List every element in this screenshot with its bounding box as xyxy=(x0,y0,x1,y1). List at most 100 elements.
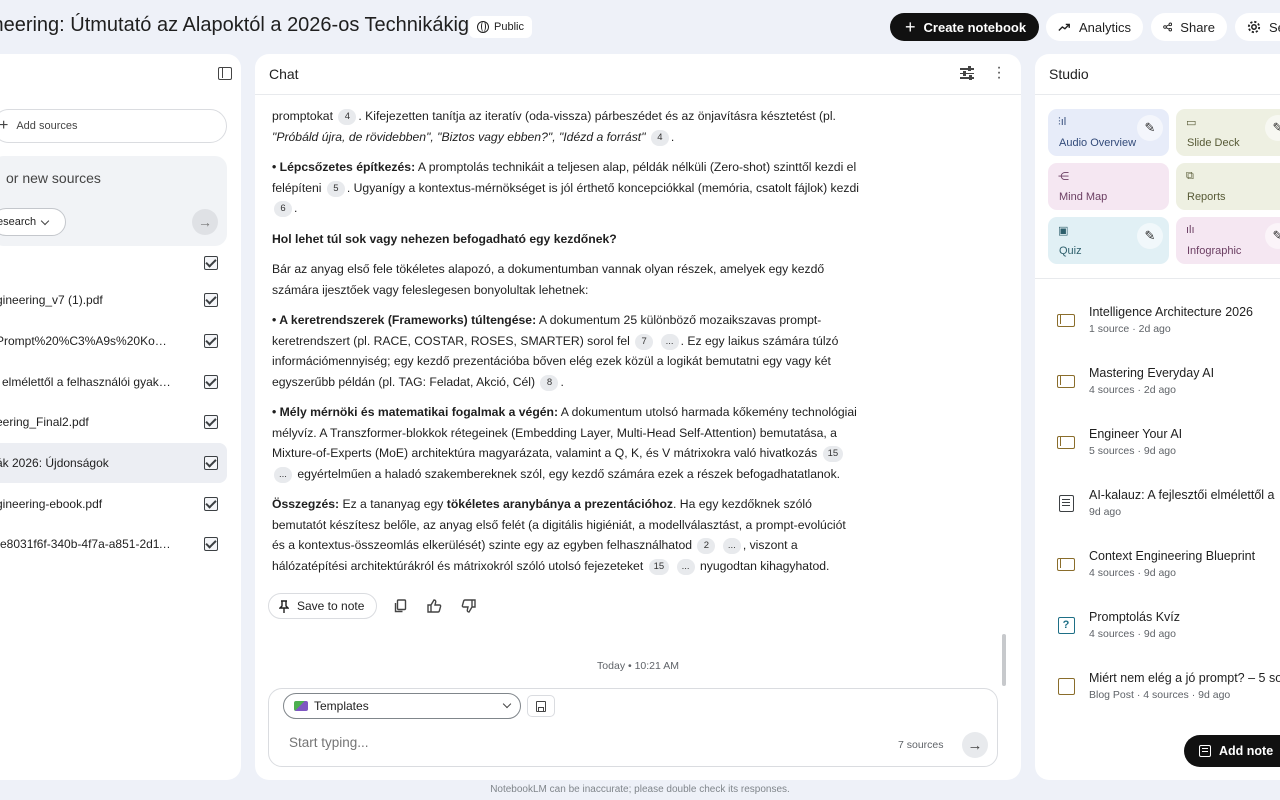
citation-more-chip[interactable]: ... xyxy=(274,466,292,483)
tile-mind-map[interactable]: ⋲ Mind Map xyxy=(1048,163,1169,210)
studio-note-item[interactable]: AI-kalauz: A fejlesztői elmélettől a 9d … xyxy=(1035,485,1280,533)
source-checkbox[interactable] xyxy=(204,415,218,429)
notebook-title[interactable]: ineering: Útmutató az Alapoktól a 2026-o… xyxy=(0,14,469,37)
note-title: Engineer Your AI xyxy=(1089,427,1183,441)
add-sources-button[interactable]: + Add sources xyxy=(0,109,227,143)
studio-note-item[interactable]: Miért nem elég a jó prompt? – 5 so Blog … xyxy=(1035,668,1280,716)
save-template-button[interactable] xyxy=(527,695,555,717)
source-item-selected[interactable]: ák 2026: Újdonságok xyxy=(0,443,227,483)
response-quote: "Próbáld újra, de rövidebben", "Biztos v… xyxy=(272,129,646,144)
send-button[interactable]: → xyxy=(962,732,988,758)
create-notebook-label: Create notebook xyxy=(923,19,1027,35)
settings-button[interactable]: Set xyxy=(1235,13,1280,41)
submit-search-button[interactable]: → xyxy=(192,209,218,235)
citation-chip[interactable]: 15 xyxy=(648,558,670,575)
note-title: AI-kalauz: A fejlesztői elmélettől a xyxy=(1089,488,1275,502)
response-heading: Hol lehet túl sok vagy nehezen befogadha… xyxy=(272,229,862,250)
notebook-icon xyxy=(1056,554,1076,574)
citation-chip[interactable]: 6 xyxy=(274,201,292,217)
source-item[interactable]: i elmélettől a felhasználói gyakorla... xyxy=(0,362,227,402)
collapse-panel-icon[interactable] xyxy=(218,67,232,80)
tune-icon[interactable] xyxy=(960,66,974,80)
source-checkbox[interactable] xyxy=(204,497,218,511)
studio-note-item[interactable]: ? Promptolás Kvíz 4 sources · 9d ago xyxy=(1035,607,1280,655)
edit-icon[interactable]: ✎ xyxy=(1137,223,1163,249)
source-checkbox[interactable] xyxy=(204,293,218,307)
citation-more-chip[interactable]: ... xyxy=(722,538,741,554)
divider xyxy=(1035,94,1280,95)
divider xyxy=(255,94,1021,95)
tile-label: Slide Deck xyxy=(1187,137,1240,149)
edit-icon[interactable]: ✎ xyxy=(1265,223,1280,249)
tile-reports[interactable]: ⧉ Reports xyxy=(1176,163,1280,210)
response-paragraph: Bár az anyag első fele tökéletes alapozó… xyxy=(272,259,862,300)
chat-input[interactable] xyxy=(289,735,849,750)
tile-label: Infographic xyxy=(1187,245,1242,257)
response-text: promptokat xyxy=(272,109,333,123)
save-to-note-button[interactable]: Save to note xyxy=(268,593,378,619)
source-item[interactable]: gineering_v7 (1).pdf xyxy=(0,280,227,320)
edit-icon[interactable]: ✎ xyxy=(1137,115,1163,141)
citation-more-chip[interactable]: ... xyxy=(676,558,695,575)
citation-chip[interactable]: 15 xyxy=(822,446,844,462)
source-checkbox[interactable] xyxy=(204,456,218,470)
response-paragraph: • Mély mérnöki és matematikai fogalmak a… xyxy=(272,402,862,484)
studio-note-item[interactable]: Context Engineering Blueprint 4 sources … xyxy=(1035,546,1280,594)
add-sources-label: Add sources xyxy=(16,120,78,132)
response-actions: Save to note xyxy=(268,592,479,620)
response-bold: • Lépcsőzetes építkezés: xyxy=(272,160,416,174)
add-note-button[interactable]: Add note xyxy=(1184,735,1280,767)
source-item[interactable]: gineering-ebook.pdf xyxy=(0,484,227,524)
quiz-icon: ? xyxy=(1056,615,1076,635)
citation-more-chip[interactable]: ... xyxy=(660,333,679,350)
tile-audio-overview[interactable]: ⫶ıl Audio Overview ✎ xyxy=(1048,109,1169,156)
thumbs-up-button[interactable] xyxy=(423,595,445,617)
source-item-label: Prompt%20%C3%A9s%20Kontext... xyxy=(0,334,172,348)
response-paragraph: Összegzés: Ez a tananyag egy tökéletes a… xyxy=(272,494,862,576)
source-item-label: gineering-ebook.pdf xyxy=(0,497,103,511)
citation-chip[interactable]: 4 xyxy=(650,129,669,146)
quiz-icon: ▣ xyxy=(1058,225,1069,237)
share-button[interactable]: Share xyxy=(1151,13,1227,41)
research-mode-dropdown[interactable]: esearch xyxy=(0,208,66,236)
citation-chip[interactable]: 7 xyxy=(635,333,654,350)
source-checkbox[interactable] xyxy=(204,334,218,348)
response-bold: tökéletes aranybánya a prezentációhoz xyxy=(446,497,674,511)
arrow-right-icon: → xyxy=(198,214,212,230)
create-notebook-button[interactable]: + Create notebook xyxy=(890,13,1039,41)
select-all-checkbox[interactable] xyxy=(204,256,218,270)
more-vert-icon[interactable]: · · · xyxy=(995,60,1003,86)
note-title: Intelligence Architecture 2026 xyxy=(1089,305,1253,319)
tile-infographic[interactable]: ılı Infographic ✎ xyxy=(1176,217,1280,264)
response-text: Bár az anyag első fele tökéletes alapozó… xyxy=(272,262,825,297)
studio-note-item[interactable]: Mastering Everyday AI 4 sources · 2d ago xyxy=(1035,363,1280,411)
note-icon xyxy=(1199,745,1211,757)
citation-chip[interactable]: 8 xyxy=(540,374,559,391)
citation-chip[interactable]: 2 xyxy=(697,538,716,554)
copy-button[interactable] xyxy=(389,595,411,617)
source-search-input[interactable]: or new sources xyxy=(6,170,101,186)
tile-quiz[interactable]: ▣ Quiz ✎ xyxy=(1048,217,1169,264)
studio-note-item[interactable]: Intelligence Architecture 2026 1 source … xyxy=(1035,302,1280,350)
source-checkbox[interactable] xyxy=(204,375,218,389)
audio-waveform-icon: ⫶ıl xyxy=(1058,116,1067,128)
source-item[interactable]: -e8031f6f-340b-4f7a-a851-2d11d... xyxy=(0,524,227,564)
citation-chip[interactable]: 5 xyxy=(326,180,345,197)
source-item-label: gineering_v7 (1).pdf xyxy=(0,293,103,307)
tile-slide-deck[interactable]: ▭ Slide Deck ✎ xyxy=(1176,109,1280,156)
studio-panel: Studio ⫶ıl Audio Overview ✎ ▭ Slide Deck… xyxy=(1035,54,1280,780)
visibility-badge[interactable]: Public xyxy=(469,16,532,38)
citation-chip[interactable]: 4 xyxy=(338,109,357,125)
notebook-icon xyxy=(1056,432,1076,452)
chevron-down-icon xyxy=(40,216,50,225)
source-item[interactable]: Prompt%20%C3%A9s%20Kontext... xyxy=(0,321,227,361)
templates-select[interactable]: Templates xyxy=(283,693,521,719)
analytics-button[interactable]: Analytics xyxy=(1046,13,1143,41)
note-meta: 4 sources · 9d ago xyxy=(1089,567,1176,579)
edit-icon[interactable]: ✎ xyxy=(1265,115,1280,141)
source-checkbox[interactable] xyxy=(204,537,218,551)
source-item[interactable]: eering_Final2.pdf xyxy=(0,402,227,442)
studio-note-item[interactable]: Engineer Your AI 5 sources · 9d ago xyxy=(1035,424,1280,472)
response-bold: Összegzés: xyxy=(272,497,340,511)
thumbs-down-button[interactable] xyxy=(457,595,479,617)
